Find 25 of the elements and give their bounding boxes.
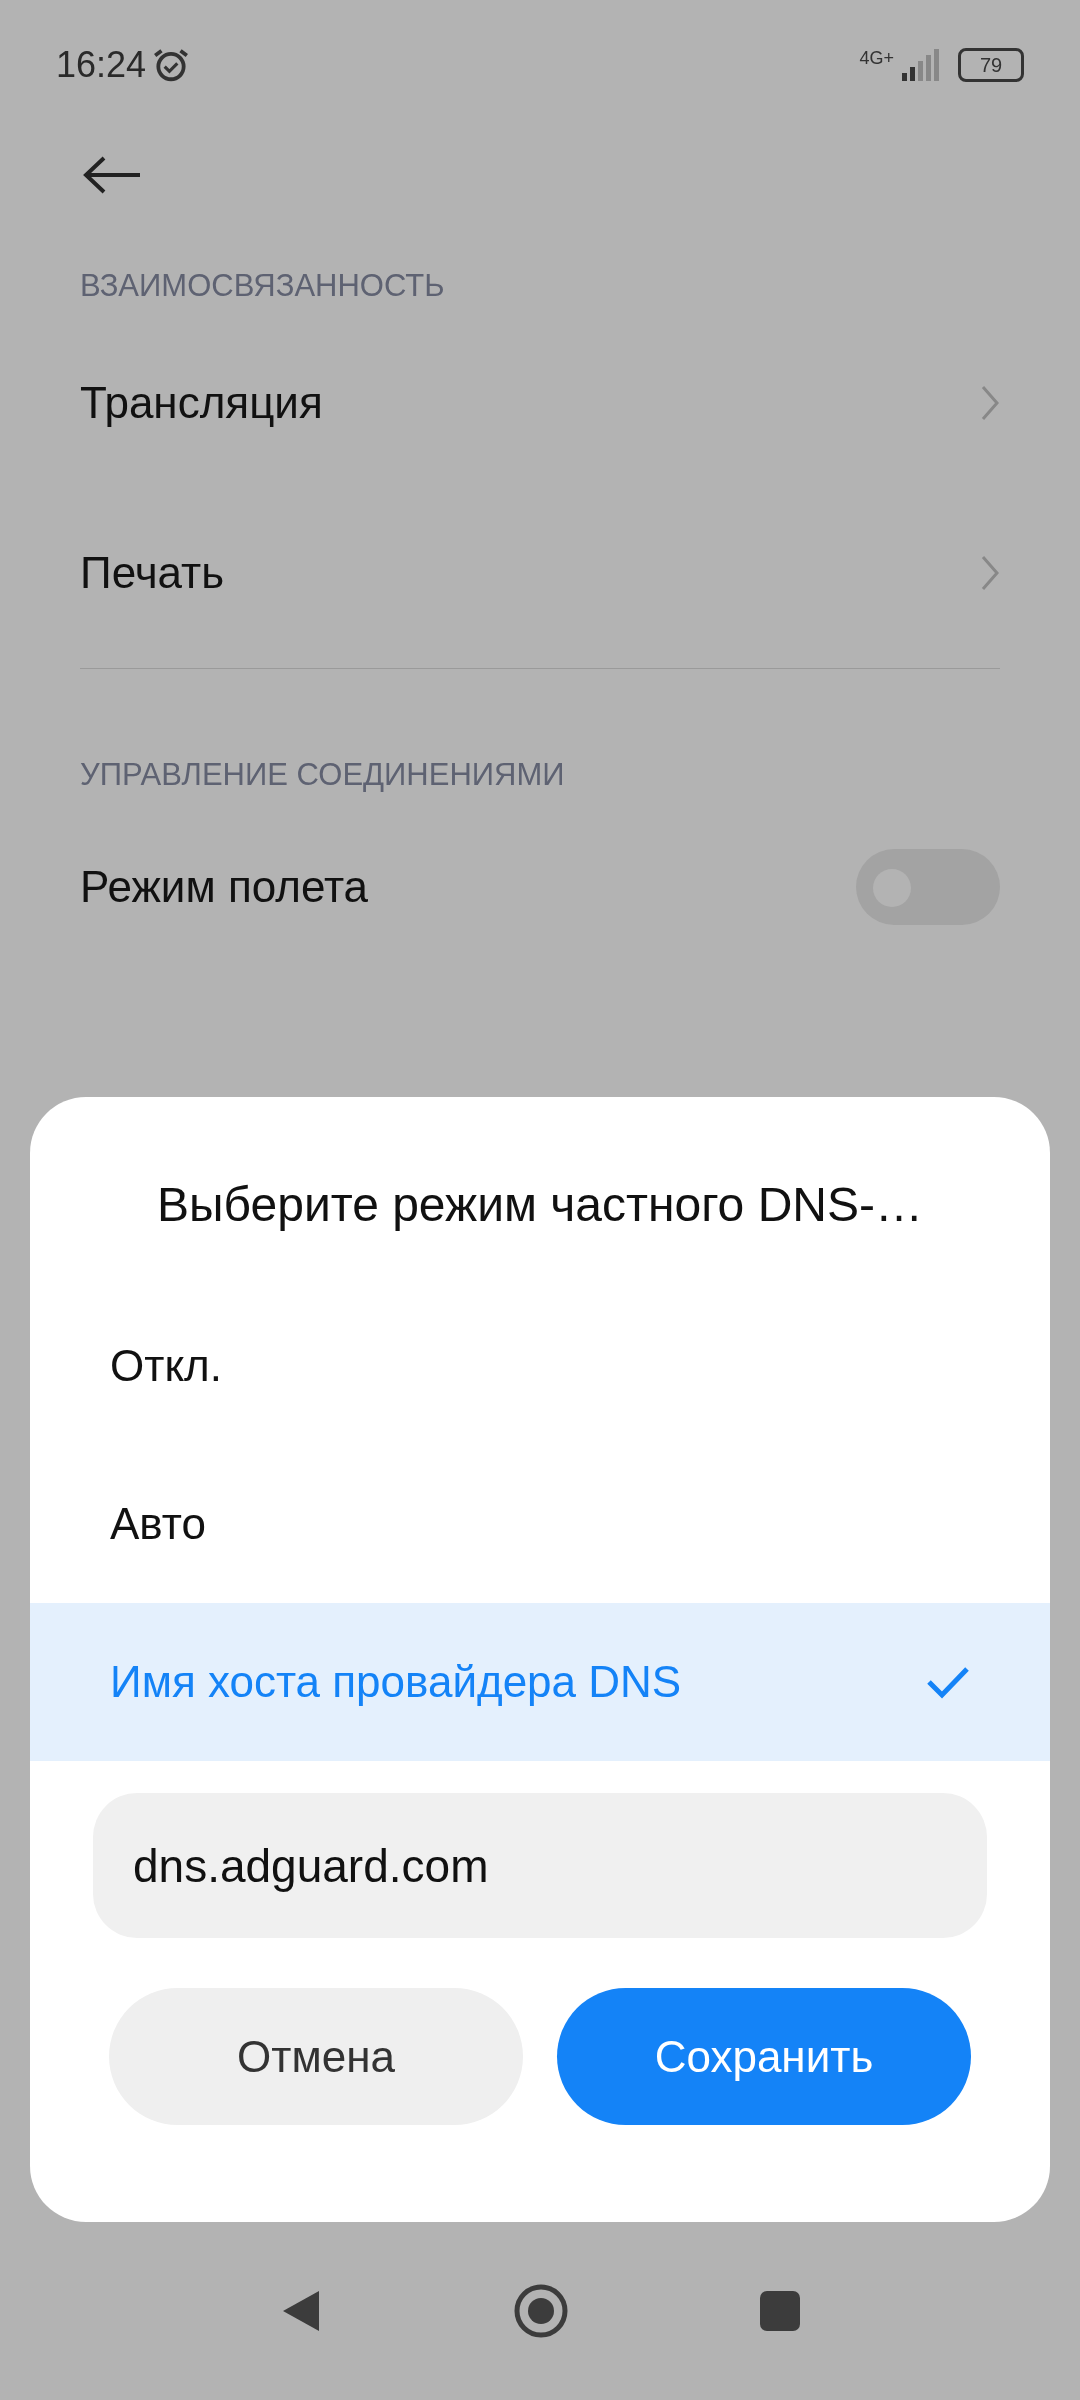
battery-indicator: 79	[958, 48, 1024, 82]
chevron-icon	[980, 554, 1000, 592]
network-type: 4G+	[859, 47, 894, 69]
settings-item[interactable]: Режим полета	[80, 862, 369, 912]
checkmark-icon	[926, 1665, 970, 1699]
option-row[interactable]: Откл.	[30, 1287, 1050, 1445]
section-header: ВЗАИМОСВЯЗАННОСТЬ	[80, 267, 446, 305]
settings-item[interactable]: Трансляция	[80, 378, 323, 428]
cancel-button[interactable]: Отмена	[109, 1988, 523, 2125]
option-label: Авто	[110, 1499, 206, 1549]
alarm-icon	[152, 46, 191, 84]
recents-nav-icon[interactable]	[759, 2290, 801, 2332]
signal-icon	[900, 49, 940, 81]
hostname-field[interactable]: dns.adguard.com	[93, 1793, 987, 1938]
dialog-title: Выберите режим частного DNS-…	[156, 1177, 924, 1233]
option-label: Имя хоста провайдера DNS	[110, 1657, 682, 1707]
home-nav-icon[interactable]	[513, 2283, 569, 2339]
chevron-icon	[980, 384, 1000, 422]
settings-item[interactable]: Печать	[80, 548, 225, 598]
save-button[interactable]: Сохранить	[557, 1988, 971, 2125]
option-label: Откл.	[110, 1341, 223, 1391]
option-row[interactable]: Авто	[30, 1445, 1050, 1603]
back-icon[interactable]	[82, 155, 142, 195]
section-header: УПРАВЛЕНИЕ СОЕДИНЕНИЯМИ	[80, 756, 566, 794]
status-time: 16:24	[56, 44, 147, 86]
